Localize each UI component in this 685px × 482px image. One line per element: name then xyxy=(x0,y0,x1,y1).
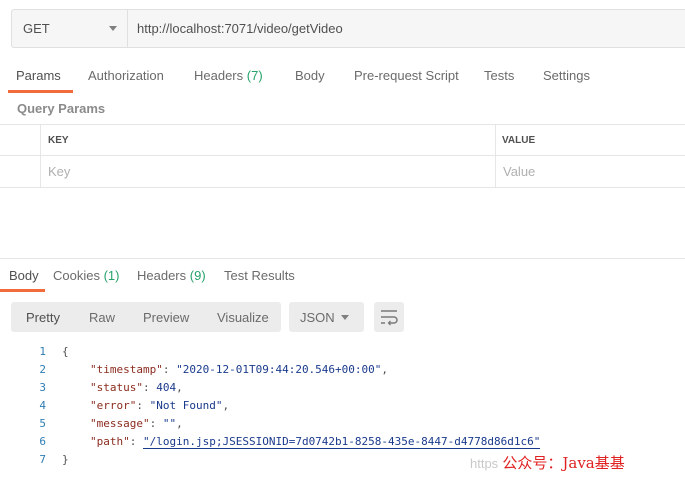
request-url-bar: GET http://localhost:7071/video/getVideo xyxy=(11,9,685,48)
url-input[interactable]: http://localhost:7071/video/getVideo xyxy=(137,21,343,36)
close-brace: } xyxy=(62,453,69,466)
code-line: } xyxy=(62,453,69,466)
json-key: "error" xyxy=(90,399,137,412)
active-tab-indicator xyxy=(8,90,73,93)
raw-button[interactable]: Raw xyxy=(89,310,115,325)
tab-response-body[interactable]: Body xyxy=(9,268,39,283)
code-line: "error": "Not Found", xyxy=(90,399,230,412)
line-number: 7 xyxy=(39,453,46,466)
chevron-down-icon xyxy=(341,315,349,320)
tab-response-cookies[interactable]: Cookies (1) xyxy=(53,268,119,283)
json-key: "status" xyxy=(90,381,143,394)
json-key: "message" xyxy=(90,417,150,430)
line-number: 1 xyxy=(39,345,46,358)
code-line: "path": "/login.jsp;JSESSIONID=7d0742b1-… xyxy=(90,435,541,449)
request-tabs: Params Authorization Headers (7) Body Pr… xyxy=(0,60,685,92)
wrap-lines-icon xyxy=(381,310,398,326)
view-mode-toggle: Pretty Raw Preview Visualize xyxy=(11,302,281,332)
line-number: 4 xyxy=(39,399,46,412)
pretty-button[interactable]: Pretty xyxy=(26,310,60,325)
watermark-text: 公众号：Java基基 xyxy=(502,454,625,472)
line-number: 2 xyxy=(39,363,46,376)
value-column-header: VALUE xyxy=(502,135,536,146)
method-label: GET xyxy=(23,21,50,36)
format-label: JSON xyxy=(300,310,335,325)
line-number: 6 xyxy=(39,435,46,448)
json-value: "Not Found" xyxy=(149,399,223,412)
table-divider xyxy=(40,125,41,187)
tab-settings[interactable]: Settings xyxy=(543,68,590,83)
code-line: "timestamp": "2020-12-01T09:44:20.546+00… xyxy=(90,363,389,376)
response-headers-count: (9) xyxy=(189,268,206,283)
response-divider xyxy=(0,258,685,259)
code-line: "message": "", xyxy=(90,417,183,430)
line-number: 3 xyxy=(39,381,46,394)
headers-count: (7) xyxy=(246,68,263,83)
json-value: "" xyxy=(162,417,177,430)
json-key: "path" xyxy=(90,435,130,448)
method-select[interactable]: GET xyxy=(12,10,128,47)
code-line: { xyxy=(62,345,69,358)
cookies-count: (1) xyxy=(103,268,120,283)
watermark-url: https xyxy=(470,456,499,471)
wrap-lines-button[interactable] xyxy=(374,302,404,332)
value-input[interactable]: Value xyxy=(503,164,535,179)
tab-response-headers[interactable]: Headers (9) xyxy=(137,268,206,283)
tab-pre-request-script[interactable]: Pre-request Script xyxy=(354,68,459,83)
line-number: 5 xyxy=(39,417,46,430)
key-column-header: KEY xyxy=(48,135,69,146)
json-link-value[interactable]: "/login.jsp;JSESSIONID=7d0742b1-8258-435… xyxy=(143,435,541,449)
visualize-button[interactable]: Visualize xyxy=(217,310,269,325)
code-line: "status": 404, xyxy=(90,381,183,394)
active-response-tab-indicator xyxy=(0,289,45,292)
table-divider xyxy=(495,125,496,187)
tab-test-results[interactable]: Test Results xyxy=(224,268,295,283)
json-value: 404 xyxy=(156,381,177,394)
tab-authorization[interactable]: Authorization xyxy=(88,68,164,83)
query-params-title: Query Params xyxy=(17,101,106,116)
tab-body[interactable]: Body xyxy=(295,68,325,83)
open-brace: { xyxy=(62,345,69,358)
tab-tests[interactable]: Tests xyxy=(484,68,514,83)
tab-headers[interactable]: Headers (7) xyxy=(194,68,263,83)
tab-params[interactable]: Params xyxy=(16,68,61,83)
table-divider xyxy=(0,155,685,156)
query-params-table: KEY VALUE Key Value xyxy=(0,124,685,188)
json-value: "2020-12-01T09:44:20.546+00:00" xyxy=(176,363,382,376)
watermark: https 公众号：Java基基 xyxy=(470,452,625,473)
chevron-down-icon xyxy=(109,26,117,31)
preview-button[interactable]: Preview xyxy=(143,310,189,325)
format-select[interactable]: JSON xyxy=(289,302,364,332)
key-input[interactable]: Key xyxy=(48,164,70,179)
json-key: "timestamp" xyxy=(90,363,163,376)
